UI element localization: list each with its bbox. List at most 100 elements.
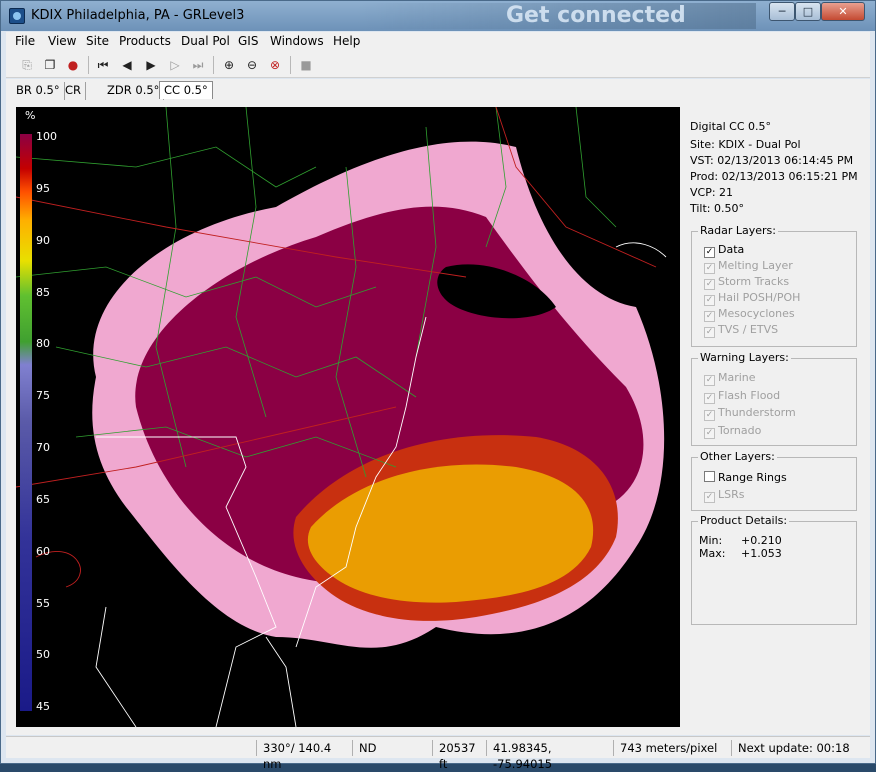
menu-bar: File View Site Products Dual Pol GIS Win… — [6, 32, 870, 52]
last-frame-icon[interactable]: ⏭ — [189, 56, 207, 74]
layer-label: TVS / ETVS — [718, 323, 779, 336]
tab-zdr[interactable]: ZDR 0.5° — [103, 82, 165, 100]
color-scale-bar — [20, 134, 32, 711]
checkbox-icon: ✓ — [704, 393, 715, 404]
menu-file[interactable]: File — [15, 34, 35, 48]
layer-hail-checkbox[interactable]: ✓ Hail POSH/POH — [704, 291, 800, 306]
close-button[interactable]: ✕ — [821, 2, 865, 21]
menu-products[interactable]: Products — [119, 34, 171, 48]
layer-storm-tracks-checkbox[interactable]: ✓ Storm Tracks — [704, 275, 789, 290]
radar-display[interactable]: % 100 95 90 85 80 75 70 65 60 55 50 45 — [16, 107, 680, 727]
minimize-button[interactable]: ─ — [769, 2, 795, 21]
layer-label: Hail POSH/POH — [718, 291, 801, 304]
window-title: KDIX Philadelphia, PA - GRLevel3 — [31, 8, 245, 23]
product-tabs: BR 0.5° CR ZDR 0.5° CC 0.5° — [6, 79, 870, 102]
ad-banner[interactable]: Get connected — [356, 3, 756, 29]
app-icon — [9, 8, 25, 24]
copy-icon[interactable]: ❐ — [41, 56, 59, 74]
prod-label: Prod: — [690, 170, 719, 183]
product-details-title: Product Details: — [698, 514, 790, 527]
min-label: Min: — [699, 534, 723, 547]
title-bar[interactable]: KDIX Philadelphia, PA - GRLevel3 Get con… — [1, 1, 875, 31]
warning-layers-group: Warning Layers: ✓ Marine ✓ Flash Flood ✓ Th… — [691, 351, 857, 446]
menu-gis[interactable]: GIS — [238, 34, 258, 48]
warning-flash-flood-checkbox[interactable]: ✓ Flash Flood — [704, 389, 780, 404]
layer-data-checkbox[interactable]: ✓ Data — [704, 243, 744, 258]
zoom-in-icon[interactable]: ⊕ — [220, 56, 238, 74]
zoom-reset-icon[interactable]: ⊗ — [266, 56, 284, 74]
legend-tick: 50 — [36, 648, 50, 661]
layer-label: Flash Flood — [718, 389, 781, 402]
menu-dual-pol[interactable]: Dual Pol — [181, 34, 230, 48]
menu-windows[interactable]: Windows — [270, 34, 324, 48]
radar-layers-group: Radar Layers: ✓ Data ✓ Melting Layer ✓ Stor… — [691, 224, 857, 347]
main-content: % 100 95 90 85 80 75 70 65 60 55 50 45 D… — [6, 102, 870, 735]
vcp-label: VCP: — [690, 186, 716, 199]
legend-tick: 45 — [36, 700, 50, 713]
checkbox-icon: ✓ — [704, 327, 715, 338]
warning-tornado-checkbox[interactable]: ✓ Tornado — [704, 424, 761, 439]
menu-view[interactable]: View — [48, 34, 76, 48]
max-value: +1.053 — [741, 547, 782, 560]
layer-melting-checkbox[interactable]: ✓ Melting Layer — [704, 259, 793, 274]
layer-label: LSRs — [718, 488, 745, 501]
layer-mesocyclones-checkbox[interactable]: ✓ Mesocyclones — [704, 307, 795, 322]
other-layers-title: Other Layers: — [698, 450, 777, 463]
lsrs-checkbox[interactable]: ✓ LSRs — [704, 488, 745, 503]
next-frame-icon[interactable]: ▷ — [166, 56, 184, 74]
play-icon[interactable]: ▶ — [142, 56, 160, 74]
warning-marine-checkbox[interactable]: ✓ Marine — [704, 371, 756, 386]
layer-label: Thunderstorm — [718, 406, 796, 419]
other-layers-group: Other Layers: Range Rings ✓ LSRs — [691, 450, 857, 511]
site-value: KDIX - Dual Pol — [718, 138, 801, 151]
checkbox-icon: ✓ — [704, 279, 715, 290]
checkbox-icon: ✓ — [704, 247, 715, 258]
layer-label: Tornado — [718, 424, 762, 437]
first-frame-icon[interactable]: ⏮ — [94, 56, 112, 74]
legend-tick: 55 — [36, 597, 50, 610]
range-rings-checkbox[interactable]: Range Rings — [704, 471, 787, 484]
legend-tick: 80 — [36, 337, 50, 350]
max-label: Max: — [699, 547, 726, 560]
checkbox-icon: ✓ — [704, 410, 715, 421]
vst-row: VST: 02/13/2013 06:14:45 PM — [690, 154, 853, 167]
vcp-row: VCP: 21 — [690, 186, 733, 199]
prod-row: Prod: 02/13/2013 06:15:21 PM — [690, 170, 858, 183]
stop-icon[interactable]: ■ — [297, 56, 315, 74]
status-bar: 330°/ 140.4 nm ND 20537 ft 41.98345, -75… — [6, 736, 870, 771]
copy-image-icon[interactable]: ⎘ — [18, 56, 36, 74]
tilt-row: Tilt: 0.50° — [690, 202, 744, 215]
toolbar-separator — [290, 56, 291, 74]
zoom-out-icon[interactable]: ⊖ — [243, 56, 261, 74]
tilt-label: Tilt: — [690, 202, 711, 215]
maximize-button[interactable]: □ — [795, 2, 821, 21]
prev-frame-icon[interactable]: ◀ — [118, 56, 136, 74]
warning-thunderstorm-checkbox[interactable]: ✓ Thunderstorm — [704, 406, 796, 421]
radar-image — [16, 107, 667, 727]
status-coords: 41.98345, -75.94015 — [486, 740, 613, 771]
warning-layers-title: Warning Layers: — [698, 351, 791, 364]
toolbar-separator — [88, 56, 89, 74]
tab-cc[interactable]: CC 0.5° — [159, 81, 213, 99]
vst-label: VST: — [690, 154, 714, 167]
site-row: Site: KDIX - Dual Pol — [690, 138, 801, 151]
layer-tvs-checkbox[interactable]: ✓ TVS / ETVS — [704, 323, 778, 338]
layer-label: Data — [718, 243, 745, 256]
status-bearing: 330°/ 140.4 nm — [256, 740, 352, 771]
min-row: Min: +0.210 — [699, 534, 782, 547]
prod-value: 02/13/2013 06:15:21 PM — [721, 170, 858, 183]
site-label: Site: — [690, 138, 715, 151]
record-icon[interactable]: ● — [64, 56, 82, 74]
tab-cr[interactable]: CR — [61, 82, 87, 100]
tab-br[interactable]: BR 0.5° — [12, 82, 65, 100]
radar-layers-title: Radar Layers: — [698, 224, 778, 237]
toolbar-separator — [213, 56, 214, 74]
legend-tick: 70 — [36, 441, 50, 454]
status-height: 20537 ft — [432, 740, 486, 771]
toolbar: ⎘ ❐ ● ⏮ ◀ ▶ ▷ ⏭ ⊕ ⊖ ⊗ ■ — [6, 52, 870, 78]
menu-site[interactable]: Site — [86, 34, 109, 48]
vst-value: 02/13/2013 06:14:45 PM — [717, 154, 854, 167]
legend-tick: 95 — [36, 182, 50, 195]
legend-tick: 85 — [36, 286, 50, 299]
menu-help[interactable]: Help — [333, 34, 360, 48]
